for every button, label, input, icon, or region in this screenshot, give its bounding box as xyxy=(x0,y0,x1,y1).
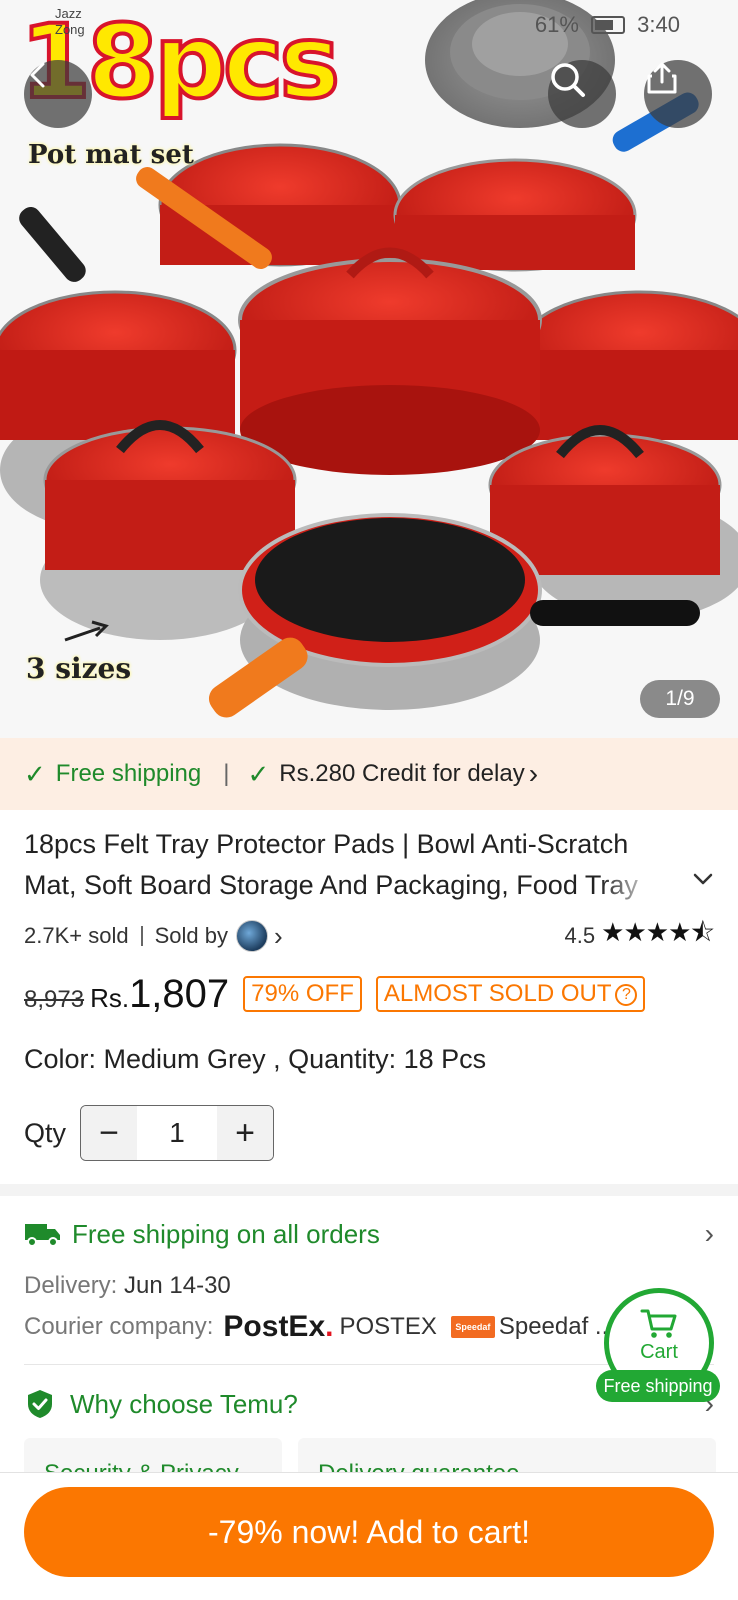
quantity-value[interactable]: 1 xyxy=(137,1106,217,1160)
courier-company: Courier company: PostEx. POSTEX Speedaf … xyxy=(24,1310,624,1344)
delivery-label: Delivery: xyxy=(24,1272,118,1299)
sold-by-label[interactable]: Sold by xyxy=(155,923,228,949)
search-icon xyxy=(551,63,585,97)
meta-divider xyxy=(140,926,143,946)
clock: 3:40 xyxy=(637,12,680,37)
rating[interactable]: 4.5 ★★★★⯪ xyxy=(564,914,715,958)
qty-label: Qty xyxy=(24,1117,67,1148)
free-shipping-all-label: Free shipping on all orders xyxy=(72,1218,380,1249)
delivery-dates: Delivery: Jun 14-30 xyxy=(24,1272,231,1300)
shipping-strip[interactable]: ✓ Free shipping | ✓ Rs.280 Credit for de… xyxy=(0,738,738,810)
carrier-1: Jazz xyxy=(55,6,82,21)
check-icon: ✓ xyxy=(247,758,270,789)
postex-name: POSTEX xyxy=(339,1313,437,1340)
product-title: 18pcs Felt Tray Protector Pads | Bowl An… xyxy=(24,829,638,900)
quantity-row: Qty − 1 + xyxy=(24,1104,275,1162)
image-pager: 1/9 xyxy=(640,680,720,718)
postex-logo: PostEx xyxy=(223,1310,326,1343)
free-shipping-all-orders[interactable]: Free shipping on all orders › xyxy=(24,1214,714,1254)
add-to-cart-button[interactable]: -79% now! Add to cart! xyxy=(24,1487,714,1577)
seller-avatar[interactable] xyxy=(235,920,268,952)
carrier-info: Jazz Zong xyxy=(55,6,85,38)
carrier-2: Zong xyxy=(55,22,85,37)
status-right: 61% 3:40 xyxy=(535,12,680,38)
section-gap xyxy=(0,1184,738,1196)
cart-icon xyxy=(640,1309,677,1338)
why-choose-label: Why choose Temu? xyxy=(70,1388,298,1419)
minus-button[interactable]: − xyxy=(81,1106,138,1160)
delivery-value: Jun 14-30 xyxy=(124,1272,231,1299)
check-icon: ✓ xyxy=(24,758,46,789)
bottom-action-bar: -79% now! Add to cart! xyxy=(0,1472,738,1600)
promo-subtitle: Pot mat set xyxy=(28,140,194,170)
help-icon[interactable]: ? xyxy=(615,984,638,1006)
product-image-carousel[interactable]: 18pcs Pot mat set 3 sizes Jazz Zong 61% … xyxy=(0,0,738,738)
strip-divider: | xyxy=(223,760,230,787)
chevron-right-icon: › xyxy=(528,758,539,789)
stock-label: ALMOST SOLD OUT xyxy=(383,980,612,1007)
free-shipping-label: Free shipping xyxy=(55,760,202,787)
plus-button[interactable]: + xyxy=(217,1106,274,1160)
almost-sold-out-badge[interactable]: ALMOST SOLD OUT? xyxy=(375,976,646,1012)
shield-check-icon xyxy=(28,1390,52,1418)
price-row: 8,973 Rs. 1,807 79% OFF ALMOST SOLD OUT? xyxy=(24,972,724,1024)
star-rating-icon: ★★★★⯪ xyxy=(601,917,715,947)
battery-icon xyxy=(591,16,626,34)
speedaf-logo: Speedaf xyxy=(450,1316,495,1338)
search-button[interactable] xyxy=(548,60,616,128)
share-icon xyxy=(647,62,677,94)
delivery-truck-icon xyxy=(25,1224,60,1247)
expand-title-chevron-icon[interactable] xyxy=(690,866,716,892)
product-meta-row: 2.7K+ sold Sold by › 4.5 ★★★★⯪ xyxy=(24,917,715,954)
speedaf-name: Speedaf ... xyxy=(498,1313,615,1340)
variant-selection[interactable]: Color: Medium Grey , Quantity: 18 Pcs xyxy=(24,1044,486,1075)
courier-label: Courier company: xyxy=(24,1313,214,1340)
rating-value: 4.5 xyxy=(564,923,596,948)
promo-sizes: 3 sizes xyxy=(26,652,132,685)
currency: Rs. xyxy=(90,983,130,1013)
sold-count: 2.7K+ sold xyxy=(24,923,129,948)
share-button[interactable] xyxy=(644,60,712,128)
delay-credit-label: Rs.280 Credit for delay xyxy=(279,760,525,787)
back-button[interactable] xyxy=(24,60,92,128)
cart-free-shipping-badge: Free shipping xyxy=(596,1370,720,1402)
status-bar: Jazz Zong 61% 3:40 xyxy=(0,0,738,50)
quantity-stepper: − 1 + xyxy=(80,1105,275,1161)
title-fade xyxy=(600,864,684,906)
discount-badge: 79% OFF xyxy=(243,976,362,1012)
postex-logo-dot: . xyxy=(325,1310,334,1343)
sale-price: 1,807 xyxy=(129,972,230,1016)
battery-level: 61% xyxy=(534,12,579,37)
cart-label: Cart xyxy=(640,1341,678,1363)
original-price: 8,973 xyxy=(24,986,85,1013)
chevron-right-icon: › xyxy=(704,1218,714,1249)
chevron-right-icon[interactable]: › xyxy=(274,921,283,952)
back-arrow-icon xyxy=(30,62,45,88)
